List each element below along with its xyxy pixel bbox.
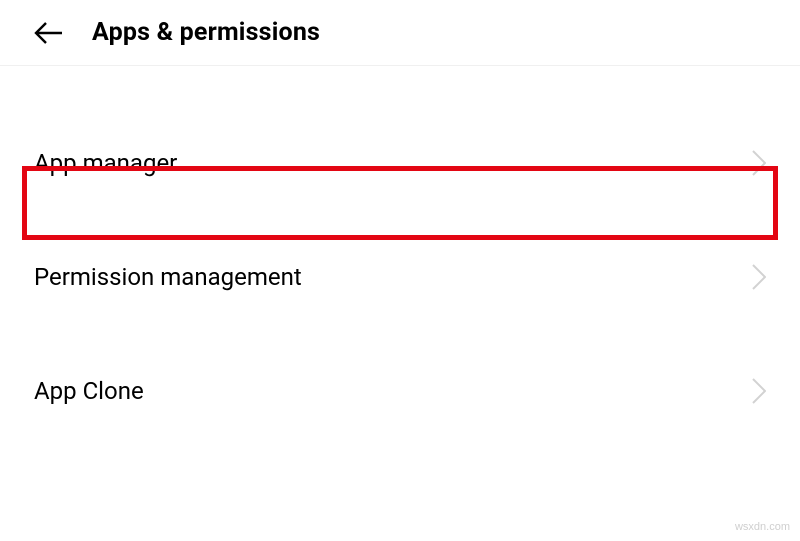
- chevron-right-icon: [752, 264, 766, 290]
- spacer: [0, 314, 800, 354]
- page-title: Apps & permissions: [92, 18, 320, 47]
- chevron-right-icon: [752, 378, 766, 404]
- list-item-permission-management[interactable]: Permission management: [0, 240, 800, 314]
- header-bar: Apps & permissions: [0, 0, 800, 66]
- list-item-label: Permission management: [34, 263, 302, 291]
- list-item-label: App Clone: [34, 377, 144, 405]
- list-item-app-manager[interactable]: App manager: [0, 126, 800, 200]
- watermark: wsxdn.com: [735, 521, 790, 533]
- spacer: [0, 200, 800, 240]
- arrow-left-icon: [34, 21, 64, 45]
- list-item-label: App manager: [34, 149, 177, 177]
- list-item-app-clone[interactable]: App Clone: [0, 354, 800, 428]
- back-button[interactable]: [34, 21, 64, 45]
- settings-list: App manager Permission management App Cl…: [0, 66, 800, 428]
- chevron-right-icon: [752, 150, 766, 176]
